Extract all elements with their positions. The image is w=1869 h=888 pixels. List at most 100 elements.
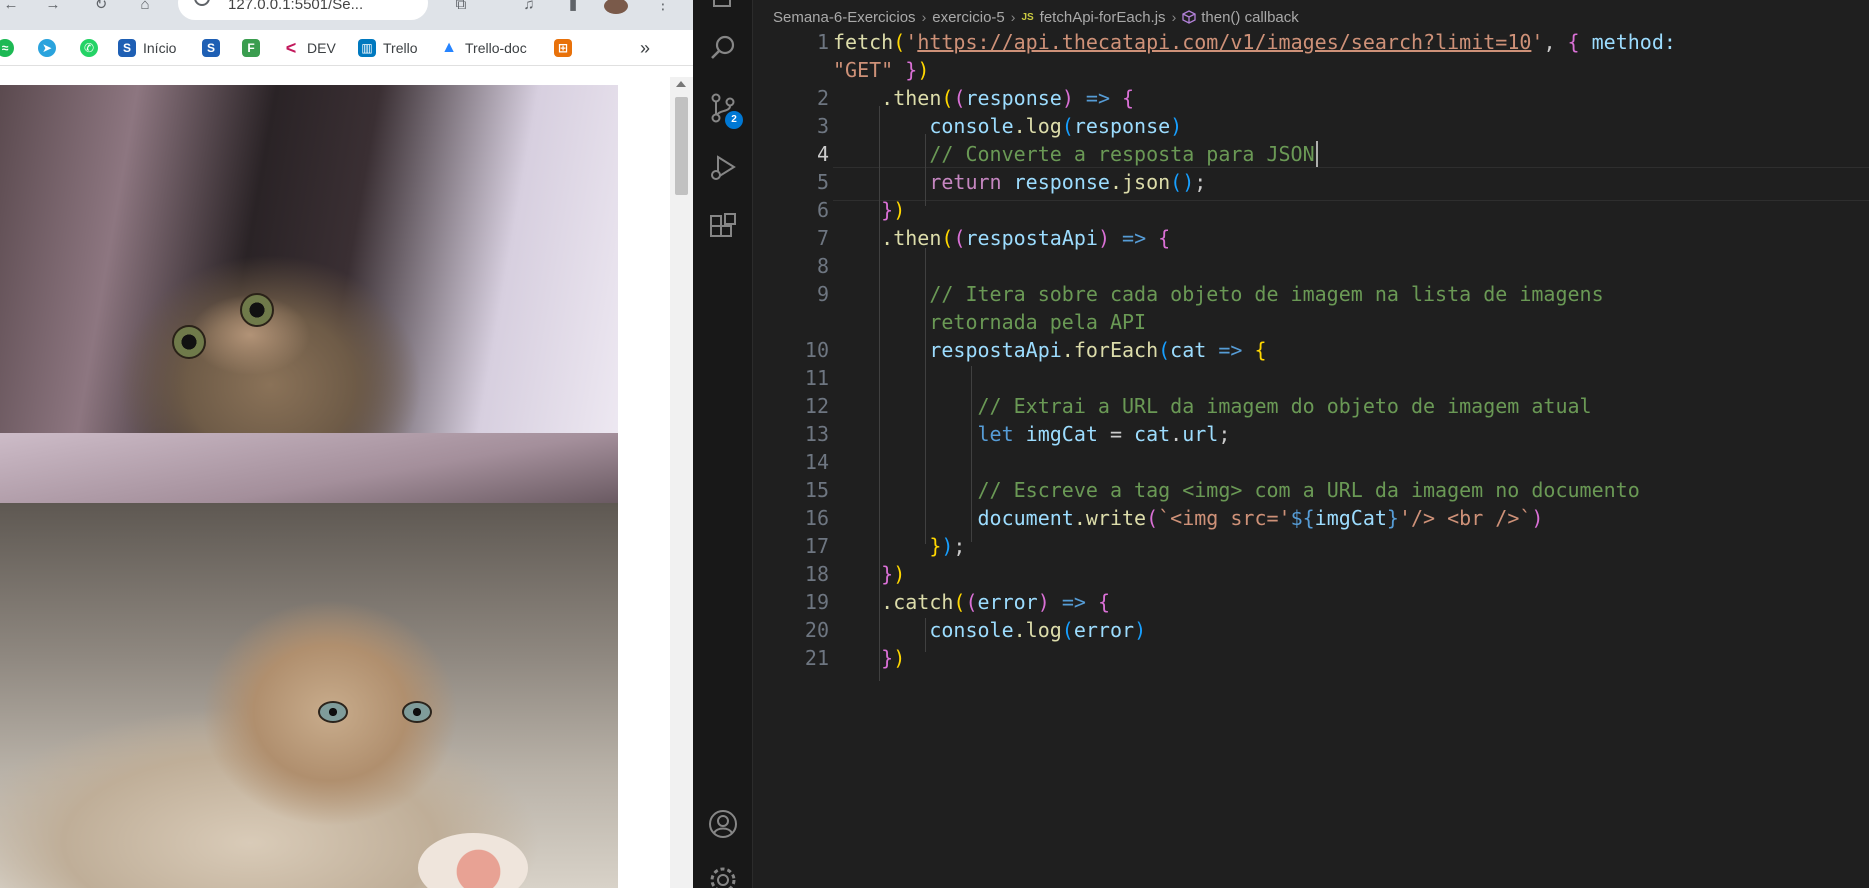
bookmark-f[interactable]: F	[242, 38, 267, 58]
profile-avatar[interactable]	[604, 0, 628, 14]
home-icon[interactable]: ⌂	[134, 0, 156, 14]
code-token: return	[929, 170, 1002, 194]
breadcrumb-folder[interactable]: exercicio-5	[932, 9, 1005, 26]
bookmark-spotify[interactable]: ≈	[0, 38, 21, 58]
bookmark-label: Trello	[383, 40, 418, 56]
code-token: cat	[1170, 338, 1207, 362]
trello-icon: ▥	[358, 39, 376, 57]
cat-image	[0, 85, 618, 503]
breadcrumb-file[interactable]: fetchApi-forEach.js	[1040, 9, 1166, 26]
settings-gear-icon[interactable]	[707, 864, 739, 888]
cat-eye	[240, 293, 274, 327]
code-token: respostaApi	[965, 226, 1098, 250]
line-number: 1	[816, 30, 829, 54]
bookmark-grid[interactable]: ⊞	[554, 38, 579, 58]
code-token: response	[1073, 114, 1171, 138]
bookmark-inicio[interactable]: S Início	[118, 38, 176, 58]
vscode-window: 2 Semana-6-Exercicios › exercicio-5 › JS…	[693, 0, 1869, 888]
code-token: .forEach	[1061, 338, 1159, 362]
chevron-right-icon: ›	[1010, 9, 1016, 25]
code-token: .then	[881, 226, 942, 250]
cat-eye	[318, 701, 348, 723]
bookmark-dev[interactable]: < DEV	[282, 38, 336, 58]
cat-eye	[172, 325, 206, 359]
text-cursor	[1315, 141, 1318, 167]
browser-window: ← → ↻ ⌂ 127.0.0.1:5501/Se... ☆ ⧉ ♫ ▮ ⋮ ≈…	[0, 0, 693, 888]
code-token: console	[929, 618, 1014, 642]
telegram-icon: ➤	[38, 39, 56, 57]
address-url[interactable]: 127.0.0.1:5501/Se...	[228, 0, 363, 12]
double-chevron-icon: »	[640, 37, 651, 58]
code-token: url	[1182, 422, 1219, 446]
bookmark-label: Início	[143, 40, 177, 56]
line-number: 9	[816, 282, 829, 306]
bookmark-whatsapp[interactable]: ✆	[80, 38, 105, 58]
extensions-icon[interactable]: ⧉	[450, 0, 472, 14]
bookmark-telegram[interactable]: ➤	[38, 38, 63, 58]
bookmark-trello[interactable]: ▥ Trello	[358, 38, 418, 58]
code-token: error	[977, 590, 1038, 614]
bookmark-label: DEV	[307, 40, 336, 56]
chevron-right-icon: ›	[1171, 9, 1177, 25]
code-token: .log	[1013, 114, 1062, 138]
page-scrollbar[interactable]	[670, 77, 693, 888]
js-file-icon: JS	[1021, 11, 1034, 23]
chevron-right-icon: ›	[921, 9, 927, 25]
code-token[interactable]: https://api.thecatapi.com/v1/images/sear…	[917, 30, 1531, 54]
account-icon[interactable]	[707, 808, 739, 840]
bookmark-trello-doc[interactable]: ▲ Trello-doc	[440, 38, 527, 58]
line-number: 21	[804, 646, 829, 670]
back-arrow-icon[interactable]: ←	[0, 0, 22, 14]
cat-paw	[418, 833, 528, 888]
code-token: method:	[1591, 30, 1676, 54]
code-comment: retornada pela API	[929, 310, 1147, 334]
site-info-icon[interactable]	[194, 0, 210, 6]
extensions-icon[interactable]	[707, 212, 739, 244]
whatsapp-icon: ✆	[80, 39, 98, 57]
code-line: respostaApi.forEach(cat => {	[929, 338, 1267, 362]
code-token: imgCat	[1025, 422, 1098, 446]
explorer-icon[interactable]	[707, 0, 739, 14]
search-icon[interactable]	[707, 32, 739, 64]
code-token: console	[929, 114, 1014, 138]
media-control-icon[interactable]: ♫	[518, 0, 540, 14]
kebab-menu-icon[interactable]: ⋮	[652, 0, 674, 14]
scroll-up-icon[interactable]	[676, 81, 686, 87]
code-token: .log	[1013, 618, 1062, 642]
bookmark-label: Trello-doc	[465, 40, 527, 56]
code-token: .json	[1109, 170, 1171, 194]
page-content	[0, 77, 693, 888]
code-line: let imgCat = cat.url;	[977, 422, 1231, 446]
browser-toolbar: ← → ↻ ⌂ 127.0.0.1:5501/Se... ☆ ⧉ ♫ ▮ ⋮	[0, 0, 693, 30]
code-token: error	[1073, 618, 1135, 642]
chevron-left-icon: <	[285, 38, 297, 58]
code-editor[interactable]: 1 2 3 4 5 6 7 8 9 10 11 12 13 14 15 16 1…	[753, 30, 1869, 888]
code-token: document	[977, 506, 1074, 530]
scm-changes-badge: 2	[725, 111, 743, 129]
breadcrumb-folder[interactable]: Semana-6-Exercicios	[773, 9, 916, 26]
photo-ledge	[0, 433, 618, 503]
bookmarks-overflow-button[interactable]: »	[640, 38, 650, 58]
bookmark-s[interactable]: S	[202, 38, 227, 58]
code-token: let	[977, 422, 1014, 446]
code-comment: // Itera sobre cada objeto de imagem na …	[929, 282, 1604, 306]
code-token: response	[965, 86, 1062, 110]
scrollbar-thumb[interactable]	[675, 97, 688, 195]
address-bar[interactable]: 127.0.0.1:5501/Se... ☆	[178, 0, 428, 20]
code-token: `<img src='	[1158, 506, 1291, 530]
code-token: '/> <br />`	[1398, 506, 1532, 530]
code-token: response	[1013, 170, 1110, 194]
code-token: .write	[1073, 506, 1147, 530]
breadcrumb-symbol[interactable]: then() callback	[1201, 9, 1299, 26]
code-token: imgCat	[1314, 506, 1387, 530]
run-debug-icon[interactable]	[707, 152, 739, 184]
cat-image	[0, 503, 618, 888]
forward-arrow-icon[interactable]: →	[42, 0, 64, 14]
s-icon: S	[118, 39, 136, 57]
code-token: cat	[1134, 422, 1171, 446]
reload-icon[interactable]: ↻	[90, 0, 112, 14]
activity-bar: 2	[693, 0, 753, 888]
side-panel-icon[interactable]: ▮	[562, 0, 584, 14]
cat-eye	[402, 701, 432, 723]
symbol-method-icon	[1182, 10, 1196, 24]
